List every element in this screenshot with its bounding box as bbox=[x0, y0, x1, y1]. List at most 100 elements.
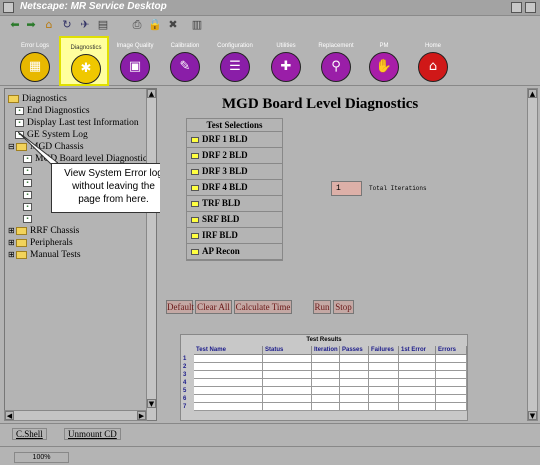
tree-item-peripherals[interactable]: ⊞ Peripherals bbox=[8, 237, 73, 249]
results-row-number: 4 bbox=[183, 380, 187, 386]
checkbox-icon[interactable] bbox=[191, 216, 199, 223]
checkbox-icon[interactable] bbox=[191, 200, 199, 207]
image-quality-icon[interactable]: ▣ bbox=[120, 52, 150, 82]
callout-line: without leaving the bbox=[72, 181, 155, 192]
tree-item-hidden[interactable]: ▪ bbox=[23, 177, 35, 189]
scroll-down-icon[interactable]: ▼ bbox=[528, 411, 537, 420]
netscape-window: Netscape: MR Service Desktop ⬅ ➡ ⌂ ↻ ✈ ▤… bbox=[0, 0, 540, 465]
tree-item-hidden[interactable]: ▪ bbox=[23, 165, 35, 177]
results-cell bbox=[263, 387, 312, 395]
tree-vertical-scrollbar[interactable]: ▲ ▼ bbox=[146, 89, 156, 420]
home-icon[interactable]: ⌂ bbox=[418, 52, 448, 82]
module-image-quality[interactable]: Image Quality ▣ bbox=[110, 36, 160, 86]
title-bar: Netscape: MR Service Desktop bbox=[0, 0, 540, 16]
diagnostics-icon[interactable]: ✱ bbox=[71, 54, 101, 84]
checkbox-icon[interactable] bbox=[191, 248, 199, 255]
test-selection-item[interactable]: AP Recon bbox=[187, 244, 282, 260]
test-selection-item[interactable]: TRF BLD bbox=[187, 196, 282, 212]
images-icon[interactable]: ▤ bbox=[96, 18, 110, 31]
calibration-icon[interactable]: ✎ bbox=[170, 52, 200, 82]
expand-icon[interactable]: ⊞ bbox=[8, 225, 15, 237]
checkbox-icon[interactable] bbox=[191, 168, 199, 175]
maximize-button[interactable] bbox=[525, 2, 536, 13]
module-pm[interactable]: PM ✋ bbox=[359, 36, 409, 86]
module-home[interactable]: Home ⌂ bbox=[408, 36, 458, 86]
results-column-header: Iteration bbox=[312, 346, 340, 355]
tree-item-hidden[interactable]: ▪ bbox=[23, 201, 35, 213]
tree-item-display-last-test[interactable]: ▪ Display Last test Information bbox=[15, 117, 139, 129]
results-cell bbox=[436, 363, 467, 371]
module-error-logs[interactable]: Error Logs ▦ bbox=[10, 36, 60, 86]
tree-horizontal-scrollbar[interactable]: ◀ ▶ bbox=[4, 410, 147, 421]
tree-item-rrf-chassis[interactable]: ⊞ RRF Chassis bbox=[8, 225, 79, 237]
scroll-right-icon[interactable]: ▶ bbox=[137, 411, 146, 420]
checkbox-icon[interactable] bbox=[191, 232, 199, 239]
scroll-up-icon[interactable]: ▲ bbox=[528, 89, 537, 98]
pm-icon[interactable]: ✋ bbox=[369, 52, 399, 82]
tree-item-end-diagnostics[interactable]: ▪ End Diagnostics bbox=[15, 105, 90, 117]
main-vertical-scrollbar[interactable]: ▲ ▼ bbox=[527, 88, 538, 421]
results-cell bbox=[399, 371, 436, 379]
results-cell bbox=[369, 371, 399, 379]
home-nav-icon[interactable]: ⌂ bbox=[42, 18, 56, 31]
security-icon[interactable]: 🔒 bbox=[148, 18, 162, 31]
stop-icon[interactable]: ✖ bbox=[166, 18, 180, 31]
expand-icon[interactable]: ⊞ bbox=[8, 249, 15, 261]
run-button[interactable]: Run bbox=[313, 300, 331, 314]
results-cell bbox=[312, 395, 340, 403]
bookmark-icon[interactable]: ✈ bbox=[78, 18, 92, 31]
window-menu-button[interactable] bbox=[3, 2, 14, 13]
results-cell bbox=[436, 371, 467, 379]
results-cell bbox=[340, 387, 369, 395]
reload-icon[interactable]: ↻ bbox=[60, 18, 74, 31]
module-utilities[interactable]: Utilities ✚ bbox=[261, 36, 311, 86]
replacement-icon[interactable]: ⚲ bbox=[321, 52, 351, 82]
results-row-number: 7 bbox=[183, 404, 187, 410]
test-selection-label: IRF BLD bbox=[202, 230, 238, 240]
results-cell bbox=[436, 379, 467, 387]
module-calibration[interactable]: Calibration ✎ bbox=[160, 36, 210, 86]
scroll-up-icon[interactable]: ▲ bbox=[147, 89, 156, 98]
netscape-icon[interactable]: ▥ bbox=[190, 18, 204, 31]
checkbox-icon[interactable] bbox=[191, 152, 199, 159]
stop-button[interactable]: Stop bbox=[333, 300, 354, 314]
module-configuration[interactable]: Configuration ☰ bbox=[210, 36, 260, 86]
test-selection-item[interactable]: DRF 2 BLD bbox=[187, 148, 282, 164]
test-selection-item[interactable]: SRF BLD bbox=[187, 212, 282, 228]
clear-all-button[interactable]: Clear All bbox=[195, 300, 232, 314]
results-cell bbox=[263, 371, 312, 379]
total-iterations-input[interactable]: 1 bbox=[331, 181, 362, 196]
configuration-icon[interactable]: ☰ bbox=[220, 52, 250, 82]
minimize-button[interactable] bbox=[511, 2, 522, 13]
default-button[interactable]: Default bbox=[166, 300, 194, 314]
checkbox-icon[interactable] bbox=[191, 184, 199, 191]
results-cell bbox=[436, 395, 467, 403]
tree-item-hidden[interactable]: ▪ bbox=[23, 213, 35, 225]
back-icon[interactable]: ⬅ bbox=[8, 18, 22, 31]
calculate-time-button[interactable]: Calculate Time bbox=[234, 300, 292, 314]
test-selection-item[interactable]: DRF 4 BLD bbox=[187, 180, 282, 196]
scroll-down-icon[interactable]: ▼ bbox=[147, 399, 156, 408]
results-cell bbox=[399, 403, 436, 411]
unmount-cd-button[interactable]: Unmount CD bbox=[64, 428, 121, 440]
print-icon[interactable]: ⎙ bbox=[130, 18, 144, 31]
module-diagnostics[interactable]: Diagnostics ✱ bbox=[59, 36, 109, 86]
cshell-button[interactable]: C.Shell bbox=[12, 428, 47, 440]
tree-item-diagnostics[interactable]: Diagnostics bbox=[8, 93, 67, 105]
scroll-left-icon[interactable]: ◀ bbox=[5, 411, 14, 420]
forward-icon[interactable]: ➡ bbox=[24, 18, 38, 31]
error-logs-icon[interactable]: ▦ bbox=[20, 52, 50, 82]
callout-pointer bbox=[18, 132, 58, 165]
test-selection-item[interactable]: DRF 1 BLD bbox=[187, 132, 282, 148]
results-column-header: Failures bbox=[369, 346, 399, 355]
test-selection-item[interactable]: DRF 3 BLD bbox=[187, 164, 282, 180]
tree-item-manual-tests[interactable]: ⊞ Manual Tests bbox=[8, 249, 81, 261]
collapse-icon[interactable]: ⊟ bbox=[8, 141, 15, 153]
checkbox-icon[interactable] bbox=[191, 136, 199, 143]
total-iterations-label: Total Iterations bbox=[369, 185, 427, 192]
expand-icon[interactable]: ⊞ bbox=[8, 237, 15, 249]
test-selection-item[interactable]: IRF BLD bbox=[187, 228, 282, 244]
module-replacement[interactable]: Replacement ⚲ bbox=[311, 36, 361, 86]
utilities-icon[interactable]: ✚ bbox=[271, 52, 301, 82]
tree-item-hidden[interactable]: ▪ bbox=[23, 189, 35, 201]
